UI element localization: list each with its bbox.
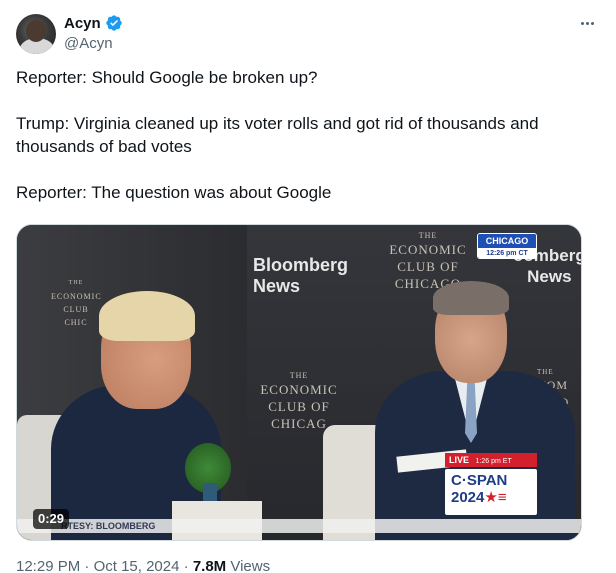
cspan-year: 2024 [451,489,485,506]
author-handle[interactable]: @Acyn [64,35,113,52]
bloomberg-line: News [253,276,301,296]
chicago-badge-location: CHICAGO [478,234,536,248]
more-options-icon[interactable] [576,14,598,32]
more-dot [580,21,584,25]
speaker-left-hair [99,291,195,341]
wall-text-line: THE [289,371,309,380]
author-name-row: Acyn [64,14,123,32]
wall-text-line: ECONOMIC [389,242,467,257]
wall-text-line: THE [418,231,438,240]
meta-separator: · [84,558,90,573]
cspan-logo: C·SPAN 2024★≡ [445,469,537,515]
stripes-icon: ≡ [497,489,507,506]
star-icon: ★ [484,489,498,506]
live-time: 1:26 pm ET [475,458,512,465]
more-dot [585,21,589,25]
author-display-name[interactable]: Acyn [64,15,101,32]
author-avatar[interactable] [16,14,56,54]
bloomberg-line: Bloomberg [253,255,349,275]
tweet-text: Reporter: Should Google be broken up? Tr… [16,66,586,204]
tweet-header: Acyn @Acyn [16,12,600,56]
chicago-badge-time: 12:26 pm CT [478,248,536,258]
wall-text-line: ECONOMIC [260,382,338,397]
bloomberg-logo-left: Bloomberg News [253,255,348,297]
live-label: LIVE 1:26 pm ET [445,453,537,467]
wall-text-line: CLUB OF [397,259,459,274]
video-duration: 0:29 [33,509,70,529]
tweet-time[interactable]: 12:29 PM [16,558,80,573]
tweet-meta: 12:29 PM · Oct 15, 2024 · 7.8M Views [16,557,270,573]
cspan-bug: LIVE 1:26 pm ET C·SPAN 2024★≡ [445,453,537,517]
courtesy-caption: RTESY: BLOOMBERG [61,521,156,531]
live-text: LIVE [449,455,470,465]
tweet-paragraph: Trump: Virginia cleaned up its voter rol… [16,114,539,156]
verified-badge-icon[interactable] [105,14,123,32]
more-dot [590,21,594,25]
tweet-paragraph: Reporter: Should Google be broken up? [16,68,318,87]
video-player[interactable]: THE ECONOMIC CLUB CHIC THE ECONOMIC CLUB… [16,224,582,541]
tweet-date[interactable]: Oct 15, 2024 [94,558,180,573]
views-label: Views [230,558,271,573]
speaker-right-hair [433,281,509,315]
tweet-paragraph: Reporter: The question was about Google [16,183,332,202]
wall-text-line: CLUB OF [268,399,330,414]
chicago-badge: CHICAGO 12:26 pm CT [477,233,537,259]
wall-logo-center-bottom: THE ECONOMIC CLUB OF CHICAG [249,371,349,432]
meta-separator: · [183,558,189,573]
cspan-line1: C·SPAN [451,472,508,489]
cspan-line2: 2024★≡ [451,489,531,507]
views-count: 7.8M [192,558,227,573]
